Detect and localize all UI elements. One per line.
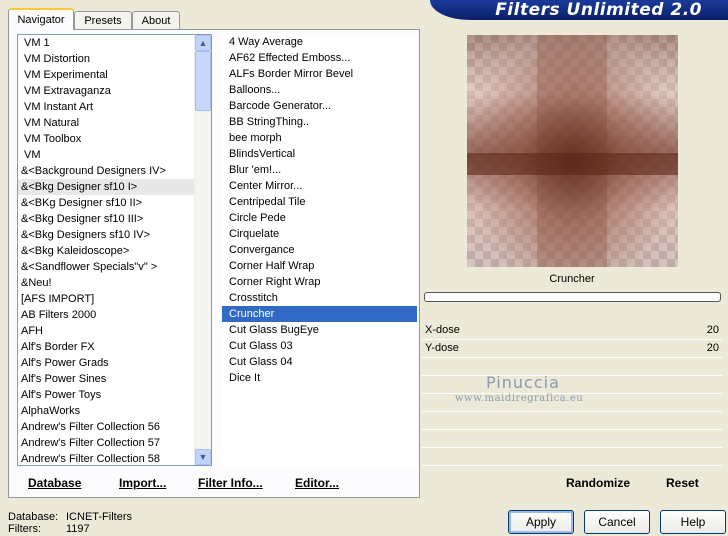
category-item[interactable]: Andrew's Filter Collection 56 — [18, 419, 211, 435]
category-item[interactable]: Alf's Power Sines — [18, 371, 211, 387]
title-banner: Filters Unlimited 2.0 — [430, 0, 728, 20]
category-item[interactable]: AlphaWorks — [18, 403, 211, 419]
tab-presets[interactable]: Presets — [74, 11, 132, 29]
app-title: Filters Unlimited 2.0 — [495, 0, 702, 20]
param-row-empty — [422, 376, 722, 394]
scroll-up-icon[interactable]: ▲ — [195, 35, 211, 51]
category-scrollbar[interactable]: ▲ ▼ — [194, 35, 211, 465]
filter-item[interactable]: Cirquelate — [222, 226, 417, 242]
filter-item[interactable]: Circle Pede — [222, 210, 417, 226]
param-value: 20 — [706, 324, 719, 336]
filter-item[interactable]: Cut Glass 04 — [222, 354, 417, 370]
category-item[interactable]: Andrew's Filter Collection 58 — [18, 451, 211, 465]
category-item[interactable]: &<Bkg Designer sf10 I> — [18, 179, 211, 195]
database-info: Database: ICNET-Filters — [8, 511, 132, 523]
category-item[interactable]: &<Background Designers IV> — [18, 163, 211, 179]
watermark-name: Pinuccia — [486, 373, 560, 392]
category-item[interactable]: &<Bkg Designer sf10 III> — [18, 211, 211, 227]
database-label: Database: — [8, 511, 59, 523]
category-item[interactable]: Alf's Power Toys — [18, 387, 211, 403]
filter-list[interactable]: 4 Way Average AF62 Effected Emboss... ALFs… — [222, 34, 417, 466]
filter-item[interactable]: Barcode Generator... — [222, 98, 417, 114]
category-item[interactable]: [AFS IMPORT] — [18, 291, 211, 307]
filter-item[interactable]: Cut Glass 03 — [222, 338, 417, 354]
preview-art-band — [537, 35, 607, 267]
filter-item[interactable]: Crosstitch — [222, 290, 417, 306]
category-item[interactable]: VM Extravaganza — [18, 83, 211, 99]
filters-label: Filters: — [8, 523, 41, 535]
category-item[interactable]: VM 1 — [18, 35, 211, 51]
watermark-url: www.maidiregrafica.eu — [455, 393, 584, 404]
cancel-button[interactable]: Cancel — [584, 510, 650, 534]
filter-item[interactable]: BlindsVertical — [222, 146, 417, 162]
category-item[interactable]: VM Toolbox — [18, 131, 211, 147]
help-button[interactable]: Help — [660, 510, 726, 534]
param-row-y-dose[interactable]: Y-dose 20 — [422, 340, 722, 358]
filter-item[interactable]: Cut Glass BugEye — [222, 322, 417, 338]
filter-item[interactable]: AF62 Effected Emboss... — [222, 50, 417, 66]
filters-info: Filters: 1197 — [8, 523, 90, 535]
scroll-down-icon[interactable]: ▼ — [195, 449, 211, 465]
category-item[interactable]: &Neu! — [18, 275, 211, 291]
editor-button[interactable]: Editor... — [295, 476, 339, 490]
selected-filter-name: Cruncher — [549, 273, 595, 285]
randomize-button[interactable]: Randomize — [566, 476, 630, 490]
category-item[interactable]: AFH — [18, 323, 211, 339]
category-item[interactable]: Alf's Power Grads — [18, 355, 211, 371]
category-item[interactable]: AB Filters 2000 — [18, 307, 211, 323]
filter-item[interactable]: Dice It — [222, 370, 417, 386]
import-button[interactable]: Import... — [119, 476, 166, 490]
database-button[interactable]: Database — [28, 476, 81, 490]
reset-button[interactable]: Reset — [666, 476, 699, 490]
filter-items: 4 Way Average AF62 Effected Emboss... ALFs… — [222, 34, 417, 386]
category-item[interactable]: &<Sandflower Specials"v" > — [18, 259, 211, 275]
filter-item[interactable]: 4 Way Average — [222, 34, 417, 50]
param-value: 20 — [706, 342, 719, 354]
progress-bar — [424, 292, 721, 302]
category-item[interactable]: &<Bkg Designers sf10 IV> — [18, 227, 211, 243]
category-list[interactable]: VM 1 VM Distortion VM Experimental VM Extra… — [17, 34, 212, 466]
category-items: VM 1 VM Distortion VM Experimental VM Extra… — [18, 35, 211, 465]
filter-item[interactable]: Corner Right Wrap — [222, 274, 417, 290]
param-row-empty — [422, 448, 722, 466]
tab-about[interactable]: About — [132, 11, 180, 29]
category-item[interactable]: &<Bkg Kaleidoscope> — [18, 243, 211, 259]
filter-item[interactable]: BB StringThing.. — [222, 114, 417, 130]
category-item[interactable]: Alf's Border FX — [18, 339, 211, 355]
filter-item[interactable]: Balloons... — [222, 82, 417, 98]
filter-item[interactable]: bee morph — [222, 130, 417, 146]
filter-item[interactable]: Center Mirror... — [222, 178, 417, 194]
category-item[interactable]: VM — [18, 147, 211, 163]
category-item[interactable]: Andrew's Filter Collection 57 — [18, 435, 211, 451]
category-item[interactable]: VM Instant Art — [18, 99, 211, 115]
scroll-thumb[interactable] — [195, 51, 211, 111]
filter-item[interactable]: Cruncher — [222, 306, 417, 322]
category-item[interactable]: VM Experimental — [18, 67, 211, 83]
param-label: Y-dose — [425, 342, 459, 354]
category-item[interactable]: VM Natural — [18, 115, 211, 131]
apply-button[interactable]: Apply — [508, 510, 574, 534]
param-row-x-dose[interactable]: X-dose 20 — [422, 322, 722, 340]
filters-count: 1197 — [66, 523, 90, 535]
preview-image[interactable] — [467, 35, 678, 267]
filter-item[interactable]: Blur 'em!... — [222, 162, 417, 178]
param-row-empty — [422, 430, 722, 448]
filter-item[interactable]: Corner Half Wrap — [222, 258, 417, 274]
param-row-empty — [422, 358, 722, 376]
param-row-empty — [422, 412, 722, 430]
param-label: X-dose — [425, 324, 460, 336]
filter-info-button[interactable]: Filter Info... — [198, 476, 263, 490]
category-item[interactable]: &<BKg Designer sf10 II> — [18, 195, 211, 211]
filter-item[interactable]: Centripedal Tile — [222, 194, 417, 210]
category-item[interactable]: VM Distortion — [18, 51, 211, 67]
database-value: ICNET-Filters — [66, 511, 132, 523]
filter-item[interactable]: Convergance — [222, 242, 417, 258]
preview-art-stripe — [467, 153, 678, 175]
tab-navigator[interactable]: Navigator — [8, 8, 74, 30]
filter-item[interactable]: ALFs Border Mirror Bevel — [222, 66, 417, 82]
